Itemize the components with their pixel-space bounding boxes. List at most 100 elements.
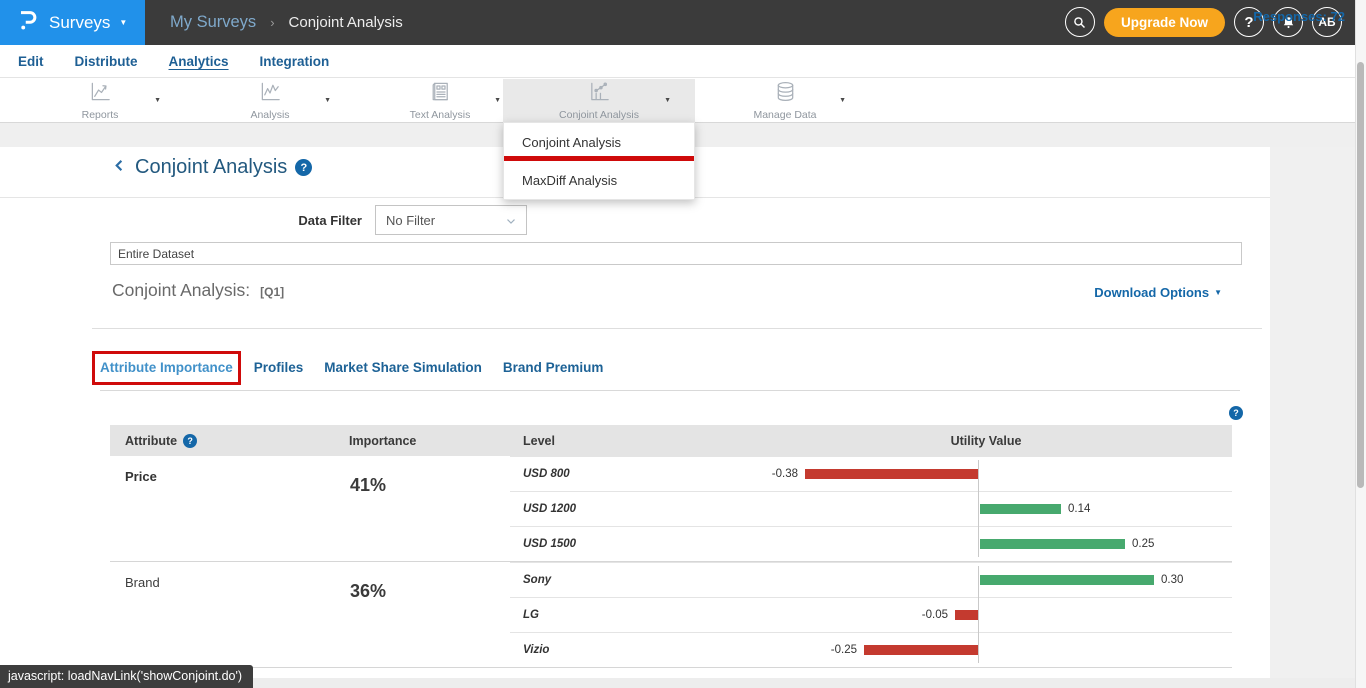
column-header-level: Level [510,434,740,448]
toolbar-group-label: Analysis [250,109,289,121]
utility-bar [980,539,1125,549]
utility-cell: -0.38 [740,457,1232,491]
menu-item-conjoint-analysis[interactable]: Conjoint Analysis [504,123,694,161]
toolbar-group-conjoint-analysis[interactable]: Conjoint Analysis▼ [503,79,695,122]
chevron-down-icon: ▼ [1214,288,1222,297]
level-name: USD 1500 [510,527,740,561]
chevron-down-icon: ▼ [119,18,127,27]
level-row-usd-1500: USD 15000.25 [510,526,1232,561]
utility-bar [955,610,978,620]
level-name: LG [510,598,740,632]
level-name: USD 1200 [510,492,740,526]
survey-nav: Edit Distribute Analytics Integration [0,45,1366,78]
level-name: Vizio [510,633,740,667]
chevron-down-icon[interactable]: ▼ [839,97,846,104]
utility-cell: 0.30 [740,563,1232,597]
breadcrumb: My Surveys › Conjoint Analysis [170,0,403,45]
table-header-row: Attribute ? Importance Level Utility Val… [110,425,1232,456]
attribute-name: Brand [110,562,340,667]
utility-value-label: -0.05 [922,608,948,622]
tab-market-share-simulation[interactable]: Market Share Simulation [324,359,482,377]
product-switcher[interactable]: Surveys ▼ [0,0,145,45]
nav-item-edit[interactable]: Edit [18,54,44,69]
table-help-icon[interactable]: ? [1229,406,1243,420]
attribute-group-brand: Brand36%Sony 0.30 LG -0.05 Vizio -0.25 [110,561,1232,667]
utility-value-label: -0.25 [831,643,857,657]
utility-value-label: 0.30 [1161,573,1183,587]
importance-value: 41% [340,456,510,561]
chevron-down-icon [504,214,518,228]
nav-item-distribute[interactable]: Distribute [75,54,138,69]
top-bar: Surveys ▼ My Surveys › Conjoint Analysis… [0,0,1366,45]
attribute-group-price: Price41%USD 800-0.38USD 12000.14USD 1500… [110,456,1232,561]
data-filter-select[interactable]: No Filter [375,205,527,235]
dataset-value: Entire Dataset [118,247,194,261]
utility-bar [805,469,978,479]
chevron-down-icon[interactable]: ▼ [324,97,331,104]
column-header-utility-value: Utility Value [740,434,1232,448]
toolbar-group-manage-data[interactable]: Manage Data▼ [700,79,870,122]
tab-brand-premium[interactable]: Brand Premium [503,359,604,377]
tab-attribute-importance[interactable]: Attribute Importance [100,359,233,377]
utility-bar [980,575,1154,585]
chevron-down-icon[interactable]: ▼ [664,97,671,104]
toolbar-group-label: Text Analysis [410,109,471,121]
questionpro-logo-icon [17,8,39,37]
breadcrumb-separator: › [270,15,274,30]
importance-value: 36% [340,562,510,667]
toolbar-group-text-analysis[interactable]: Text Analysis ▼ [355,79,525,122]
utility-bar [980,504,1061,514]
reports-chart-icon [89,80,112,108]
dataset-field[interactable]: Entire Dataset [110,242,1242,265]
analysis-chart-icon [259,80,282,108]
back-chevron-icon[interactable] [112,158,127,178]
breadcrumb-my-surveys[interactable]: My Surveys [170,13,256,32]
utility-cell: 0.14 [740,492,1232,526]
scrollbar-track[interactable] [1355,0,1366,688]
attribute-help-icon[interactable]: ? [183,434,197,448]
conjoint-analysis-menu: Conjoint AnalysisMaxDiff Analysis [503,122,695,200]
divider [92,328,1262,329]
level-rows: USD 800 -0.38 USD 1200 0.14 USD 15000.25 [510,456,1232,561]
conjoint-chart-icon [588,80,611,108]
column-header-attribute: Attribute ? [110,434,340,448]
main-content: Conjoint Analysis ? Data Filter No Filte… [0,147,1356,678]
chevron-down-icon[interactable]: ▼ [154,97,161,104]
level-name: Sony [510,563,740,597]
toolbar-group-label: Reports [82,109,119,121]
page-title: Conjoint Analysis [135,156,287,179]
level-name: USD 800 [510,457,740,491]
nav-item-integration[interactable]: Integration [260,54,330,69]
download-options-button[interactable]: Download Options ▼ [1094,285,1222,300]
search-button[interactable] [1065,7,1095,37]
attribute-importance-table: Attribute ? Importance Level Utility Val… [110,425,1232,668]
breadcrumb-current: Conjoint Analysis [289,14,403,31]
question-reference: [Q1] [260,285,284,299]
upgrade-now-button[interactable]: Upgrade Now [1104,8,1225,37]
text-analysis-icon [429,80,452,108]
level-row-sony: Sony 0.30 [510,562,1232,597]
status-bar-link-preview: javascript: loadNavLink('showConjoint.do… [0,665,253,688]
menu-item-maxdiff-analysis[interactable]: MaxDiff Analysis [504,161,694,199]
app-window: Surveys ▼ My Surveys › Conjoint Analysis… [0,0,1366,688]
chevron-down-icon[interactable]: ▼ [494,97,501,104]
search-icon [1071,14,1088,31]
data-filter-label: Data Filter [240,213,362,228]
responses-count[interactable]: Responses: 72 [1253,0,1345,33]
analysis-heading: Conjoint Analysis: [112,280,250,301]
level-row-lg: LG -0.05 [510,597,1232,632]
tab-profiles[interactable]: Profiles [254,359,304,377]
utility-cell: -0.05 [740,598,1232,632]
nav-item-analytics[interactable]: Analytics [169,54,229,69]
column-header-importance: Importance [340,434,510,448]
data-filter-value: No Filter [386,213,435,228]
download-options-label: Download Options [1094,285,1209,300]
toolbar-group-reports[interactable]: Reports ▼ [15,79,185,122]
utility-value-label: 0.14 [1068,502,1090,516]
product-name: Surveys [49,13,110,33]
utility-value-label: -0.38 [772,467,798,481]
title-help-icon[interactable]: ? [295,159,312,176]
level-row-vizio: Vizio -0.25 [510,632,1232,667]
toolbar-group-analysis[interactable]: Analysis ▼ [185,79,355,122]
scrollbar-thumb[interactable] [1357,62,1364,488]
